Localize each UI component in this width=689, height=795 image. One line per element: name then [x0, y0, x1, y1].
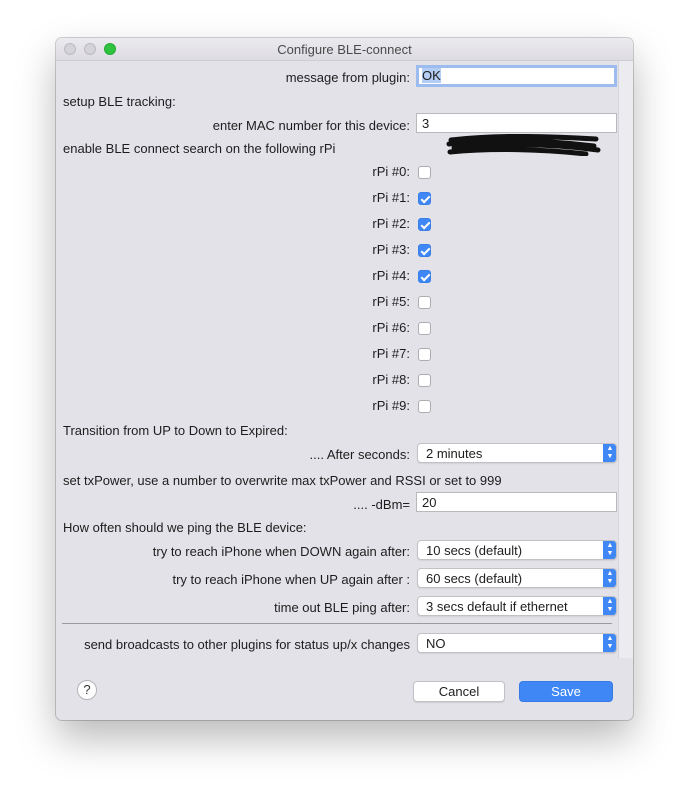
rpi-checkbox-0[interactable]: [418, 166, 431, 179]
rpi-label: rPi #8:: [372, 372, 410, 387]
rpi-label: rPi #1:: [372, 190, 410, 205]
dbm-label: .... -dBm=: [353, 497, 410, 512]
title-bar: Configure BLE-connect: [56, 38, 633, 61]
up-retry-popup[interactable]: 60 secs (default) ▲ ▼: [417, 568, 617, 588]
save-button[interactable]: Save: [519, 681, 613, 702]
rpi-checkbox-3[interactable]: [418, 244, 431, 257]
after-seconds-label: .... After seconds:: [309, 447, 410, 462]
setup-heading: setup BLE tracking:: [63, 94, 176, 109]
redaction-scribble: [446, 134, 601, 156]
up-retry-value: 60 secs (default): [426, 571, 523, 586]
window-title: Configure BLE-connect: [277, 42, 412, 57]
chevron-up-down-icon: ▲ ▼: [603, 569, 616, 587]
dialog-window: Configure BLE-connect message from plugi…: [56, 38, 633, 720]
rpi-checkbox-5[interactable]: [418, 296, 431, 309]
timeout-label: time out BLE ping after:: [274, 600, 410, 615]
rpi-label: rPi #2:: [372, 216, 410, 231]
help-button[interactable]: ?: [77, 680, 97, 700]
rpi-label: rPi #5:: [372, 294, 410, 309]
chevron-up-down-icon: ▲ ▼: [603, 597, 616, 615]
vertical-scrollbar[interactable]: [618, 61, 633, 658]
mac-field[interactable]: 3: [416, 113, 617, 133]
cancel-button[interactable]: Cancel: [413, 681, 505, 702]
mac-label: enter MAC number for this device:: [212, 118, 410, 133]
config-form: message from plugin: OK setup BLE tracki…: [56, 61, 618, 658]
ping-heading: How often should we ping the BLE device:: [63, 520, 307, 535]
rpi-label: rPi #7:: [372, 346, 410, 361]
down-retry-popup[interactable]: 10 secs (default) ▲ ▼: [417, 540, 617, 560]
message-field[interactable]: OK: [416, 65, 617, 87]
broadcast-popup[interactable]: NO ▲ ▼: [417, 633, 617, 653]
rpi-label: rPi #3:: [372, 242, 410, 257]
rpi-label: rPi #4:: [372, 268, 410, 283]
broadcast-value: NO: [426, 636, 446, 651]
transition-heading: Transition from UP to Down to Expired:: [63, 423, 288, 438]
chevron-up-down-icon: ▲ ▼: [603, 634, 616, 652]
timeout-popup[interactable]: 3 secs default if ethernet ▲ ▼: [417, 596, 617, 616]
rpi-checkbox-1[interactable]: [418, 192, 431, 205]
rpi-label: rPi #0:: [372, 164, 410, 179]
rpi-label: rPi #9:: [372, 398, 410, 413]
timeout-value: 3 secs default if ethernet: [426, 599, 568, 614]
message-value: OK: [422, 68, 441, 83]
rpi-checkbox-4[interactable]: [418, 270, 431, 283]
rpi-checkbox-7[interactable]: [418, 348, 431, 361]
dbm-field[interactable]: 20: [416, 492, 617, 512]
after-seconds-value: 2 minutes: [426, 446, 483, 461]
rpi-heading: enable BLE connect search on the followi…: [63, 141, 336, 156]
rpi-checkbox-9[interactable]: [418, 400, 431, 413]
after-seconds-popup[interactable]: 2 minutes ▲ ▼: [417, 443, 617, 463]
txpower-heading: set txPower, use a number to overwrite m…: [63, 473, 502, 488]
broadcast-label: send broadcasts to other plugins for sta…: [84, 637, 410, 652]
chevron-up-down-icon: ▲ ▼: [603, 541, 616, 559]
rpi-label: rPi #6:: [372, 320, 410, 335]
message-label: message from plugin:: [285, 70, 410, 85]
up-retry-label: try to reach iPhone when UP again after …: [172, 572, 410, 587]
chevron-up-down-icon: ▲ ▼: [603, 444, 616, 462]
section-divider: [62, 623, 612, 624]
rpi-checkbox-6[interactable]: [418, 322, 431, 335]
rpi-checkbox-8[interactable]: [418, 374, 431, 387]
down-retry-label: try to reach iPhone when DOWN again afte…: [152, 544, 410, 559]
rpi-checkbox-2[interactable]: [418, 218, 431, 231]
down-retry-value: 10 secs (default): [426, 543, 523, 558]
